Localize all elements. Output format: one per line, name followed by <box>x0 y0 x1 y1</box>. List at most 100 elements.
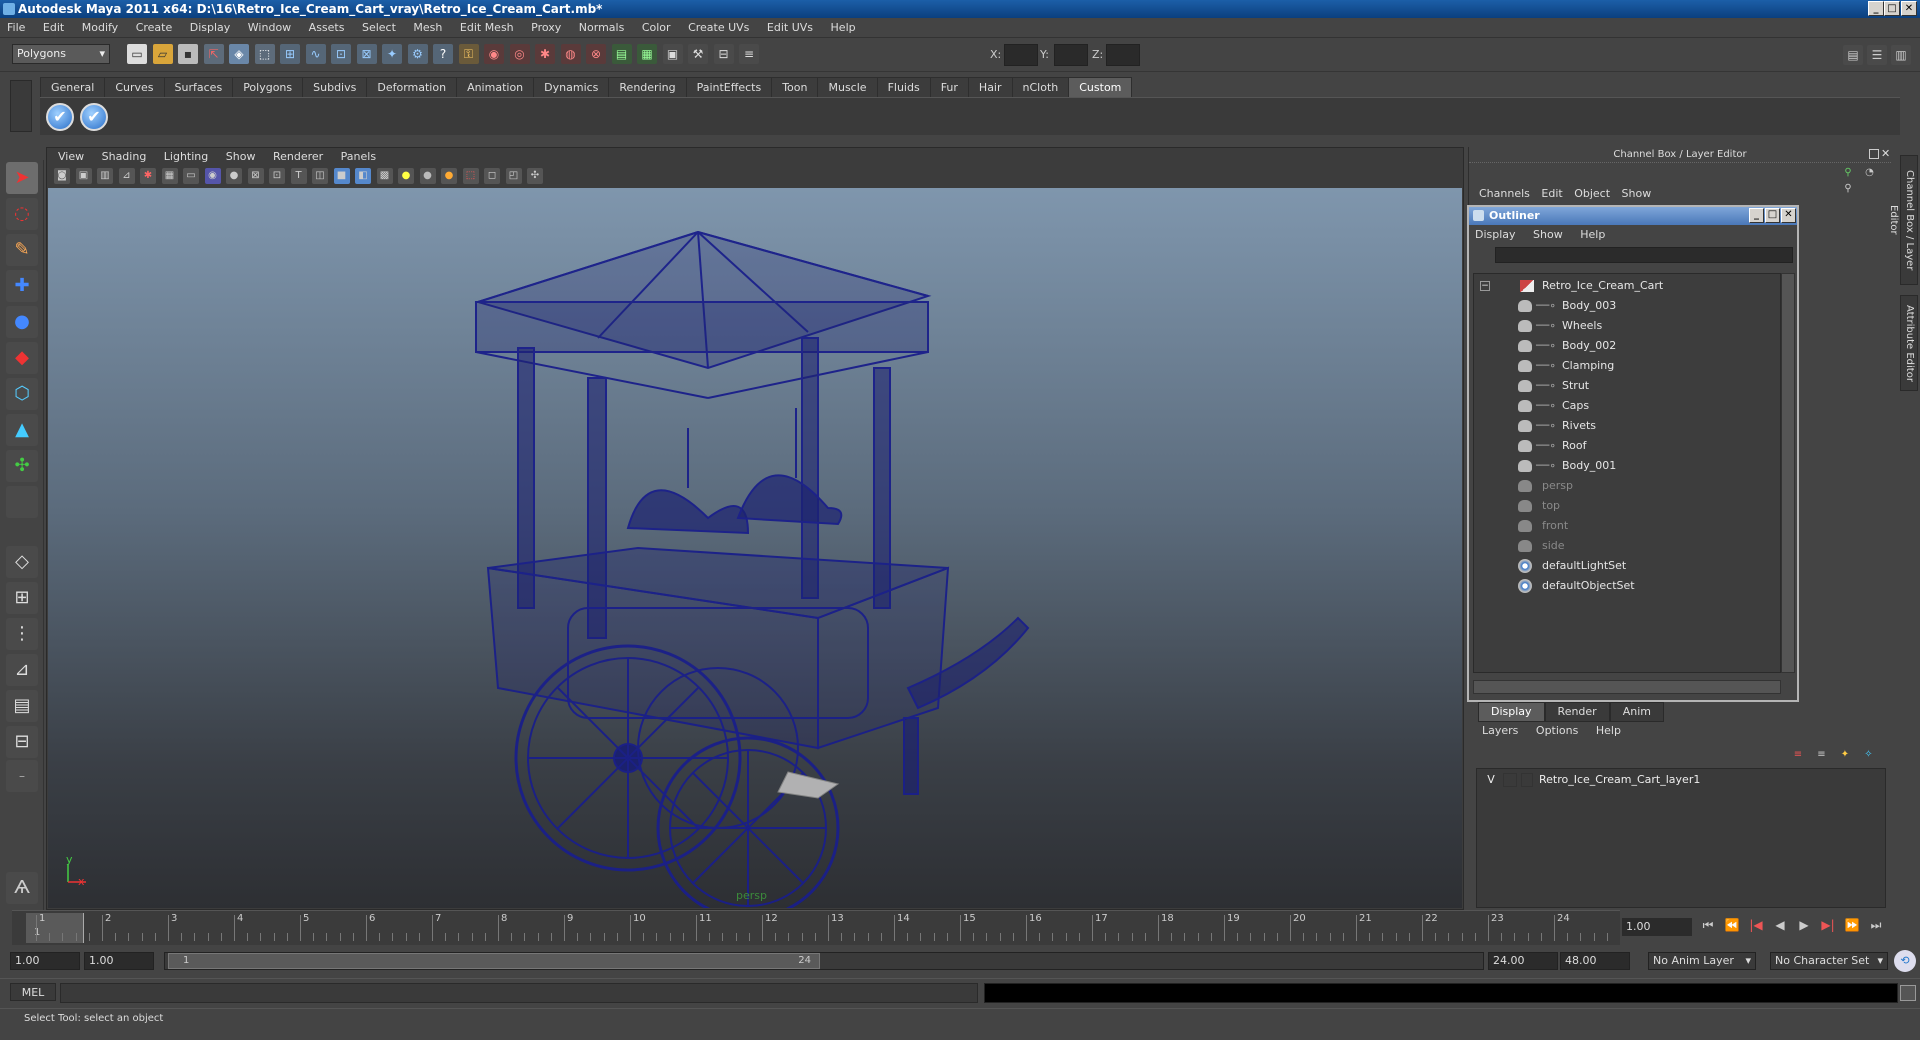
shelf-options-icon[interactable] <box>10 80 32 132</box>
mode-selector[interactable]: Polygons ▾ <box>12 44 110 64</box>
layer-menu-help[interactable]: Help <box>1596 724 1635 737</box>
play-forward-icon[interactable]: ▶ <box>1792 918 1816 932</box>
playback-start-field[interactable]: 1.00 <box>84 952 154 970</box>
vp-menu-renderer[interactable]: Renderer <box>266 148 330 166</box>
perspective-viewport[interactable]: y x persp <box>48 188 1462 908</box>
menu-proxy[interactable]: Proxy <box>524 18 568 38</box>
menu-create-uvs[interactable]: Create UVs <box>681 18 756 38</box>
save-scene-icon[interactable]: ▪ <box>178 44 198 64</box>
vp-menu-panels[interactable]: Panels <box>334 148 383 166</box>
shelf-tab-ncloth[interactable]: nCloth <box>1011 77 1070 98</box>
select-hierarchy-icon[interactable]: ⇱ <box>203 44 224 64</box>
auto-key-icon[interactable]: ⟲ <box>1894 950 1916 972</box>
outliner-item-strut[interactable]: ──∘ Strut <box>1474 376 1774 396</box>
outliner-menu-help[interactable]: Help <box>1580 228 1619 241</box>
menu-assets[interactable]: Assets <box>302 18 352 38</box>
z-field[interactable] <box>1106 44 1140 66</box>
menu-display[interactable]: Display <box>183 18 238 38</box>
menu-select[interactable]: Select <box>355 18 403 38</box>
layer-row[interactable]: V Retro_Ice_Cream_Cart_layer1 <box>1477 771 1885 789</box>
select-tool-icon[interactable]: ➤ <box>6 162 38 194</box>
vp-menu-lighting[interactable]: Lighting <box>157 148 215 166</box>
render-current-icon[interactable]: ◉ <box>484 44 504 64</box>
shelf-tab-subdivs[interactable]: Subdivs <box>302 77 368 98</box>
outliner-item-top[interactable]: top <box>1474 496 1774 516</box>
attribute-toggle-icon[interactable]: ▣ <box>662 44 683 64</box>
smooth-shade-icon[interactable]: ■ <box>333 168 350 184</box>
menu-mesh[interactable]: Mesh <box>406 18 449 38</box>
maximize-button[interactable]: □ <box>1884 1 1900 16</box>
mel-command-input[interactable] <box>60 983 978 1003</box>
hypershade-icon[interactable]: ◍ <box>560 44 581 64</box>
menu-modify[interactable]: Modify <box>75 18 125 38</box>
shelf-tab-painteffects[interactable]: PaintEffects <box>685 77 773 98</box>
outliner-item-default-light-set[interactable]: defaultLightSet <box>1474 556 1774 576</box>
xray-joints-icon[interactable]: ◰ <box>505 168 522 184</box>
outliner-item-body-001[interactable]: ──∘ Body_001 <box>1474 456 1774 476</box>
outliner-layout-icon[interactable]: ⋮ <box>6 618 38 650</box>
layer-tab-render[interactable]: Render <box>1544 702 1610 722</box>
menu-file[interactable]: File <box>0 18 32 38</box>
close-window-button[interactable]: ✕ <box>1901 1 1917 16</box>
help-question-icon[interactable]: ? <box>433 44 453 64</box>
safe-action-icon[interactable]: ⊡ <box>269 168 285 184</box>
wireframe-on-shaded-icon[interactable]: ◧ <box>355 168 371 184</box>
panel-toggle-icon[interactable]: ▦ <box>637 44 657 64</box>
history-icon[interactable]: ⚙ <box>407 44 428 64</box>
play-backward-icon[interactable]: ◀ <box>1768 918 1792 932</box>
show-manipulator-icon[interactable]: ✣ <box>6 450 38 482</box>
field-chart-icon[interactable]: ⊠ <box>247 168 264 184</box>
move-tool-icon[interactable]: ✚ <box>6 270 38 302</box>
layer-editor-icon[interactable]: ≡ <box>739 44 759 64</box>
render-settings-icon[interactable]: ✱ <box>535 44 555 64</box>
last-tool-icon[interactable] <box>6 486 38 518</box>
shadows-icon[interactable]: ● <box>419 168 436 184</box>
outliner-item-caps[interactable]: ──∘ Caps <box>1474 396 1774 416</box>
shelf-tab-muscle[interactable]: Muscle <box>817 77 878 98</box>
tool-settings-icon[interactable]: ⚒ <box>688 44 708 64</box>
menu-help[interactable]: Help <box>824 18 863 38</box>
layer-tab-display[interactable]: Display <box>1478 702 1545 722</box>
key-icon[interactable]: ⚲ <box>1840 165 1856 181</box>
snap-view-icon[interactable]: ⊠ <box>356 44 377 64</box>
grid-icon[interactable]: ▦ <box>161 168 178 184</box>
outliner-item-side[interactable]: side <box>1474 536 1774 556</box>
render-view-icon[interactable]: ⊗ <box>586 44 606 64</box>
four-view-layout-icon[interactable]: ⊞ <box>6 582 38 614</box>
clock-icon[interactable]: ◔ <box>1862 165 1878 181</box>
outliner-item-roof[interactable]: ──∘ Roof <box>1474 436 1774 456</box>
cb-menu-channels[interactable]: Channels <box>1479 187 1538 200</box>
camera-attributes-icon[interactable]: ▣ <box>75 168 92 184</box>
shelf-tab-general[interactable]: General <box>40 77 106 98</box>
collapse-toggle-icon[interactable]: − <box>1480 281 1490 291</box>
bookmark-icon[interactable]: ▥ <box>97 168 113 184</box>
outliner-item-rivets[interactable]: ──∘ Rivets <box>1474 416 1774 436</box>
cb-menu-show[interactable]: Show <box>1622 187 1660 200</box>
menu-window[interactable]: Window <box>241 18 298 38</box>
go-to-end-icon[interactable]: ⏭ <box>1864 918 1888 933</box>
step-forward-key-icon[interactable]: ⏩ <box>1840 918 1864 932</box>
safe-title-icon[interactable]: T <box>290 168 307 184</box>
script-language-button[interactable]: MEL <box>10 983 56 1001</box>
lock-icon[interactable]: ⚿ <box>458 44 479 64</box>
shelf-tab-deformation[interactable]: Deformation <box>366 77 458 98</box>
scale-tool-icon[interactable]: ◆ <box>6 342 38 374</box>
end-time-field[interactable]: 48.00 <box>1560 952 1630 970</box>
layer-color-swatch[interactable] <box>1521 773 1533 787</box>
graph-layout-icon[interactable]: ⊿ <box>6 654 38 686</box>
cb-menu-edit[interactable]: Edit <box>1541 187 1570 200</box>
start-time-field[interactable]: 1.00 <box>10 952 80 970</box>
range-handle[interactable]: 1 24 <box>168 953 820 969</box>
outliner-menu-display[interactable]: Display <box>1475 228 1530 241</box>
side-tab-channel-box[interactable]: Channel Box / Layer Editor <box>1888 155 1918 285</box>
x-field[interactable] <box>1004 44 1038 66</box>
pin-icon[interactable]: ⚲ <box>1840 181 1856 197</box>
outliner-vertical-scrollbar[interactable] <box>1781 273 1795 673</box>
shelf-tab-dynamics[interactable]: Dynamics <box>533 77 610 98</box>
shelf-tab-toon[interactable]: Toon <box>771 77 819 98</box>
menu-create[interactable]: Create <box>129 18 180 38</box>
script-layout-icon[interactable]: ⊟ <box>6 726 38 758</box>
select-object-icon[interactable]: ◈ <box>229 44 249 64</box>
xray-icon[interactable]: ◻ <box>484 168 500 184</box>
move-layer-down-icon[interactable]: ≡ <box>1813 746 1831 764</box>
